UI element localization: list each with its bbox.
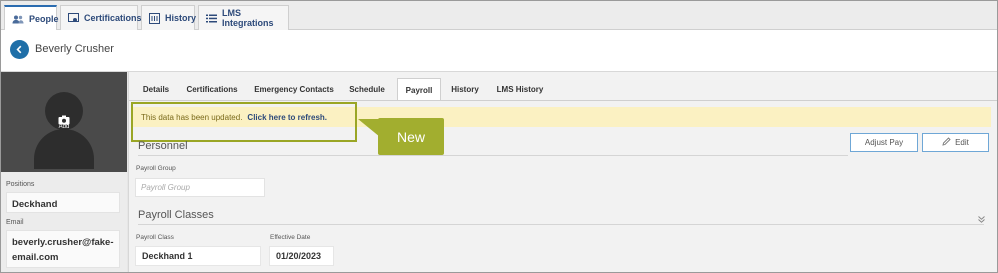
tab-certifications[interactable]: Certifications <box>60 5 142 30</box>
subtab-lms-history[interactable]: LMS History <box>491 78 549 100</box>
profile-sidebar: Add Positions Deckhand Email beverly.cru… <box>1 72 127 272</box>
effective-date-label: Effective Date <box>270 234 311 241</box>
personnel-divider <box>138 155 848 156</box>
tab-lms-integrations[interactable]: LMS Integrations <box>198 5 289 30</box>
payroll-classes-title: Payroll Classes <box>138 209 214 221</box>
list-icon <box>206 14 217 23</box>
email-line-1: beverly.crusher@fake- <box>12 237 114 248</box>
add-photo-label: Add <box>58 124 70 130</box>
tab-people[interactable]: People <box>4 5 59 31</box>
main-panel: Details Certifications Emergency Contact… <box>128 72 997 272</box>
callout-pointer <box>358 119 380 137</box>
certificate-icon <box>68 12 79 24</box>
tab-people-label: People <box>29 14 59 24</box>
pencil-icon <box>942 137 951 148</box>
payroll-classes-divider <box>138 224 984 225</box>
positions-value: Deckhand <box>6 192 120 213</box>
email-value: beverly.crusher@fake- email.com <box>6 230 120 268</box>
personnel-title: Personnel <box>138 140 188 152</box>
avatar[interactable]: Add <box>1 72 127 172</box>
subtab-emergency-contacts[interactable]: Emergency Contacts <box>252 78 336 100</box>
payroll-group-input[interactable]: Payroll Group <box>135 178 265 197</box>
person-header: Beverly Crusher <box>1 30 997 72</box>
app-window: People Certifications History LMS Integr… <box>0 0 998 273</box>
effective-date-value: 01/20/2023 <box>269 246 334 266</box>
new-callout: New <box>378 118 444 155</box>
highlight-outline <box>131 102 357 142</box>
positions-label: Positions <box>6 181 35 188</box>
payroll-class-label: Payroll Class <box>136 234 174 241</box>
adjust-pay-button[interactable]: Adjust Pay <box>850 133 918 152</box>
tab-history-label: History <box>165 13 197 23</box>
history-icon <box>149 12 160 24</box>
top-tab-bar: People Certifications History LMS Integr… <box>1 1 997 31</box>
people-icon <box>12 15 24 24</box>
subtab-payroll[interactable]: Payroll <box>397 78 441 101</box>
subtab-history[interactable]: History <box>444 78 486 100</box>
tab-lms-integrations-label: LMS Integrations <box>222 8 274 28</box>
subtab-schedule[interactable]: Schedule <box>345 78 389 100</box>
chevron-double-down-icon[interactable] <box>977 211 986 229</box>
back-button[interactable] <box>10 40 29 59</box>
chevron-left-icon <box>15 41 24 59</box>
payroll-group-label: Payroll Group <box>136 165 176 172</box>
subtab-details[interactable]: Details <box>137 78 175 100</box>
edit-button[interactable]: Edit <box>922 133 989 152</box>
email-label: Email <box>6 219 24 226</box>
page-title: Beverly Crusher <box>35 43 114 55</box>
avatar-body-shape <box>34 129 94 169</box>
tab-history[interactable]: History <box>141 5 197 30</box>
adjust-pay-label: Adjust Pay <box>864 138 904 147</box>
subtab-divider <box>129 100 997 101</box>
edit-label: Edit <box>955 138 969 147</box>
email-line-2: email.com <box>12 252 59 263</box>
payroll-class-value: Deckhand 1 <box>135 246 261 266</box>
tab-certifications-label: Certifications <box>84 13 142 23</box>
subtab-certifications[interactable]: Certifications <box>182 78 242 100</box>
